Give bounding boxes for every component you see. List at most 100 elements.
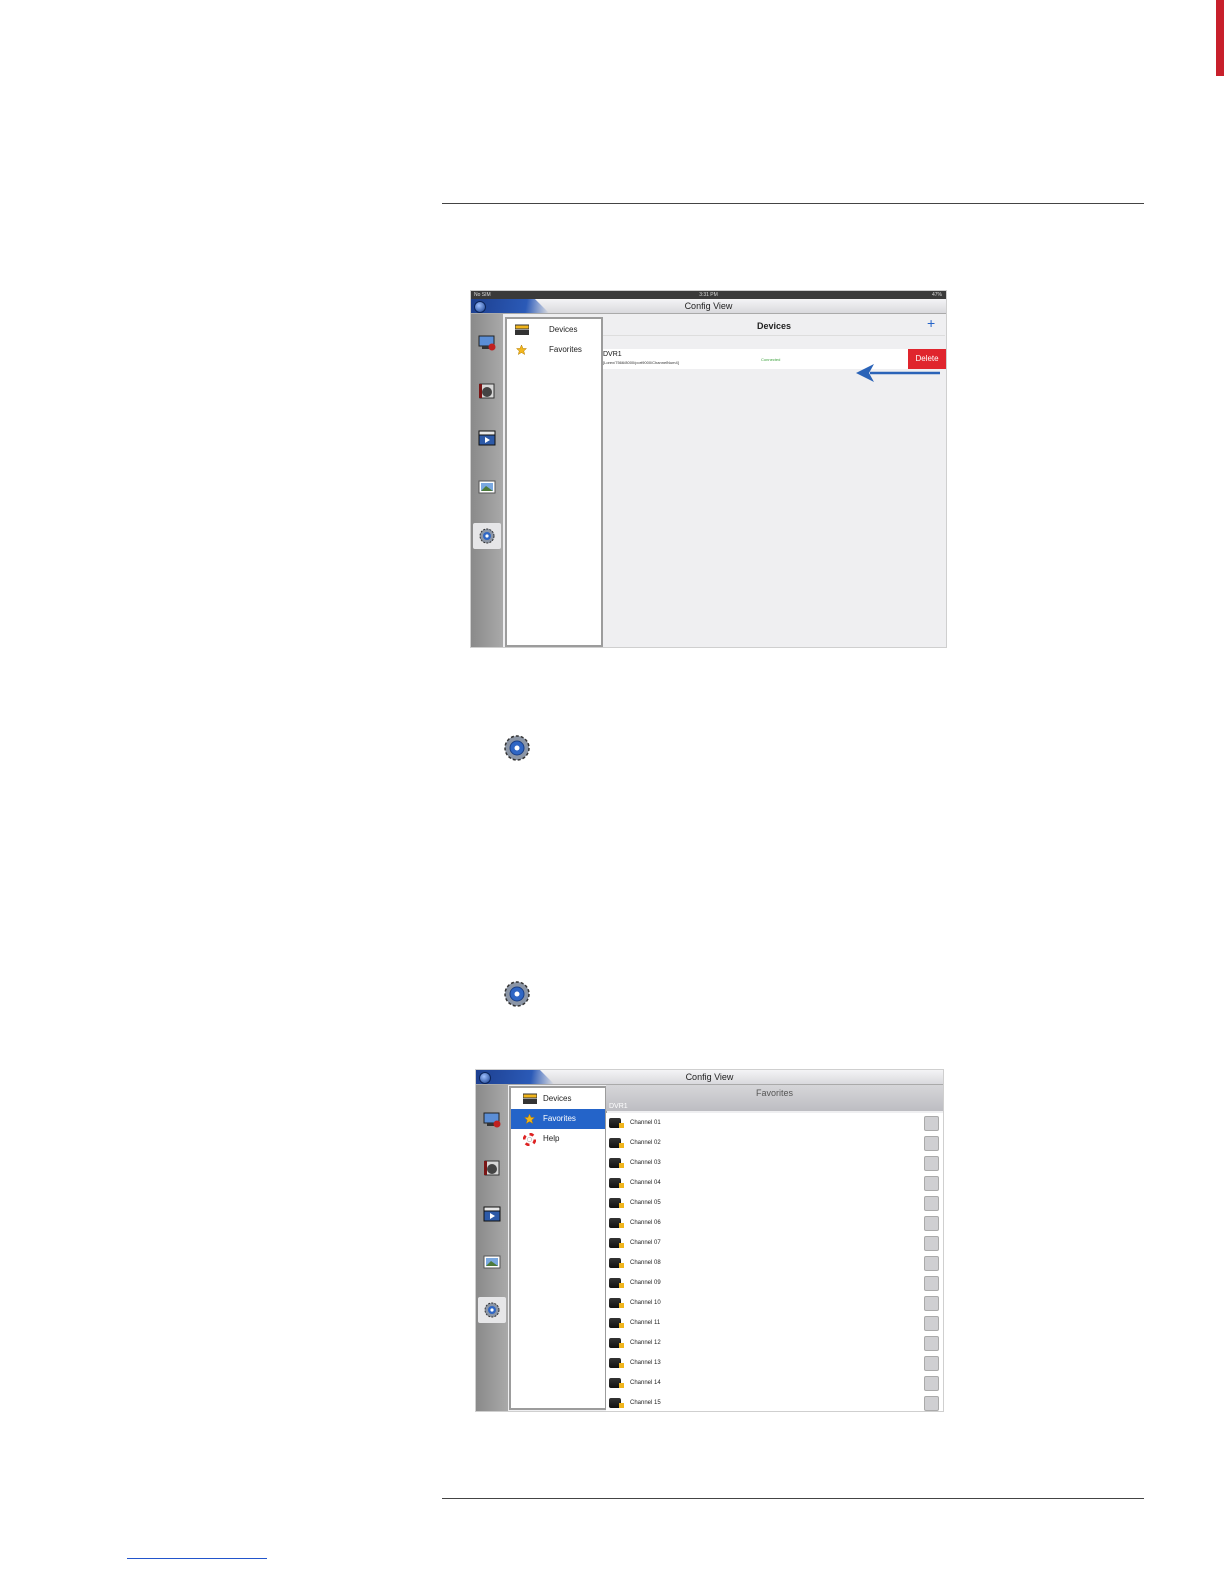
favorite-channel-row[interactable]: Channel 05 (606, 1193, 943, 1214)
favorite-toggle-button[interactable] (924, 1116, 939, 1131)
channel-name: Channel 09 (630, 1280, 661, 1286)
channel-name: Channel 13 (630, 1360, 661, 1366)
nav-rail (471, 314, 503, 647)
add-device-button[interactable]: + (927, 315, 935, 331)
config-gear-icon-inline-2 (504, 981, 530, 1007)
favorite-toggle-button[interactable] (924, 1316, 939, 1331)
camera-icon (609, 1318, 624, 1328)
favorite-channel-row[interactable]: Channel 04 (606, 1173, 943, 1194)
app-logo-icon-2[interactable] (479, 1072, 491, 1084)
favorite-channel-row[interactable]: Channel 10 (606, 1293, 943, 1314)
favorite-channel-row[interactable]: Channel 07 (606, 1233, 943, 1254)
config-gear-icon-inline-1 (504, 735, 530, 761)
camera-icon (609, 1178, 624, 1188)
camera-icon (609, 1218, 624, 1228)
favorites-title: Favorites (755, 1088, 793, 1098)
group-label: DVR1 (609, 1103, 628, 1110)
favorite-toggle-button[interactable] (924, 1256, 939, 1271)
window-title: Config View (684, 301, 733, 311)
favorite-toggle-button[interactable] (924, 1136, 939, 1151)
content-header: Devices (603, 317, 945, 336)
favorite-toggle-button[interactable] (924, 1376, 939, 1391)
video-clips-icon[interactable] (477, 429, 497, 447)
screenshot-devices: No SIM 3:31 PM 47% Config View Devices F… (470, 290, 947, 648)
favorite-channel-row[interactable]: Channel 01 (606, 1113, 943, 1134)
favorite-toggle-button[interactable] (924, 1296, 939, 1311)
favorite-channel-row[interactable]: Channel 08 (606, 1253, 943, 1274)
camera-icon (609, 1238, 624, 1248)
favorite-channel-row[interactable]: Channel 15 (606, 1393, 943, 1411)
channel-name: Channel 10 (630, 1300, 661, 1306)
title-bar-2: Config View (476, 1070, 943, 1085)
camera-icon (609, 1158, 624, 1168)
window-title-2: Config View (685, 1072, 734, 1082)
channel-name: Channel 11 (630, 1320, 661, 1326)
channel-name: Channel 07 (630, 1240, 661, 1246)
bottom-rule (442, 1498, 1144, 1499)
menu-label-devices-2: Devices (543, 1094, 572, 1103)
favorite-toggle-button[interactable] (924, 1196, 939, 1211)
camera-icon (609, 1298, 624, 1308)
config-menu-2: Devices Favorites Help (509, 1086, 607, 1410)
lifebuoy-icon (523, 1133, 536, 1146)
menu-label-favorites: Favorites (549, 345, 582, 354)
favorite-channel-row[interactable]: Channel 09 (606, 1273, 943, 1294)
favorite-toggle-button[interactable] (924, 1236, 939, 1251)
channel-name: Channel 02 (630, 1140, 661, 1146)
channel-name: Channel 03 (630, 1160, 661, 1166)
menu-item-favorites-2[interactable]: Favorites (511, 1109, 605, 1129)
snapshots-icon-2[interactable] (482, 1253, 502, 1271)
channel-name: Channel 15 (630, 1400, 661, 1406)
channel-name: Channel 01 (630, 1120, 661, 1126)
favorite-toggle-button[interactable] (924, 1396, 939, 1411)
channel-name: Channel 05 (630, 1200, 661, 1206)
camera-icon (609, 1338, 624, 1348)
menu-item-favorites[interactable]: Favorites (507, 340, 601, 360)
chapter-tab-marker (1216, 0, 1224, 76)
favorites-list: Channel 01 Channel 02 Channel 03 Channel 04… (606, 1113, 943, 1411)
video-clips-icon-2[interactable] (482, 1205, 502, 1223)
favorite-channel-row[interactable]: Channel 12 (606, 1333, 943, 1354)
config-gear-icon-2[interactable] (482, 1301, 502, 1319)
favorite-toggle-button[interactable] (924, 1216, 939, 1231)
favorites-header: Favorites (606, 1085, 943, 1111)
favorite-channel-row[interactable]: Channel 14 (606, 1373, 943, 1394)
playback-icon-2[interactable] (482, 1159, 502, 1177)
camera-icon (609, 1278, 624, 1288)
channel-name: Channel 12 (630, 1340, 661, 1346)
device-detail: [Lorex/7566/8000/port9000/ChannelNum4] (603, 360, 679, 365)
favorite-toggle-button[interactable] (924, 1276, 939, 1291)
favorite-channel-row[interactable]: Channel 13 (606, 1353, 943, 1374)
footer-link[interactable] (127, 1558, 267, 1559)
dvr-icon (515, 324, 529, 335)
channel-name: Channel 06 (630, 1220, 661, 1226)
menu-item-devices-2[interactable]: Devices (511, 1089, 605, 1109)
menu-label-devices: Devices (549, 325, 578, 334)
camera-icon (609, 1378, 624, 1388)
camera-icon (609, 1398, 624, 1408)
dvr-icon (523, 1093, 537, 1104)
favorite-toggle-button[interactable] (924, 1156, 939, 1171)
app-logo-icon[interactable] (474, 301, 486, 313)
star-icon (515, 344, 528, 356)
title-bar: Config View (471, 299, 946, 314)
favorite-toggle-button[interactable] (924, 1176, 939, 1191)
menu-item-devices[interactable]: Devices (507, 320, 601, 340)
menu-item-help-2[interactable]: Help (511, 1129, 605, 1149)
favorite-channel-row[interactable]: Channel 03 (606, 1153, 943, 1174)
favorite-channel-row[interactable]: Channel 06 (606, 1213, 943, 1234)
channel-name: Channel 04 (630, 1180, 661, 1186)
live-view-icon[interactable] (477, 334, 497, 352)
favorite-toggle-button[interactable] (924, 1356, 939, 1371)
snapshots-icon[interactable] (477, 478, 497, 496)
config-gear-icon[interactable] (477, 527, 497, 545)
playback-icon[interactable] (477, 382, 497, 400)
camera-icon (609, 1118, 624, 1128)
live-view-icon-2[interactable] (482, 1111, 502, 1129)
camera-icon (609, 1198, 624, 1208)
device-status: Connected (761, 357, 781, 362)
favorite-channel-row[interactable]: Channel 02 (606, 1133, 943, 1154)
config-menu: Devices Favorites (505, 317, 603, 647)
favorite-channel-row[interactable]: Channel 11 (606, 1313, 943, 1334)
favorite-toggle-button[interactable] (924, 1336, 939, 1351)
